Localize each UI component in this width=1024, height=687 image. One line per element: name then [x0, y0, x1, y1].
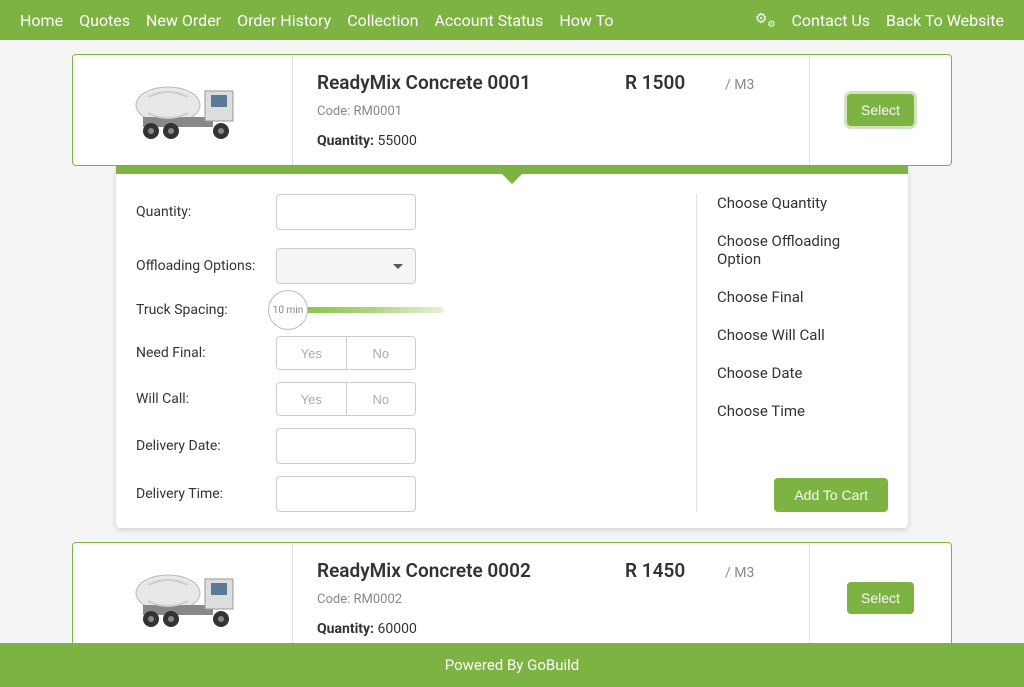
add-to-cart-button[interactable]: Add To Cart [774, 478, 888, 512]
nav-account-status[interactable]: Account Status [434, 11, 543, 30]
nav-new-order[interactable]: New Order [146, 11, 221, 30]
product-unit: / M3 [725, 565, 785, 581]
nav-home[interactable]: Home [20, 11, 63, 30]
nav-left: Home Quotes New Order Order History Coll… [20, 11, 614, 30]
nav-how-to[interactable]: How To [559, 11, 613, 30]
select-button[interactable]: Select [847, 94, 914, 126]
product-image [73, 543, 293, 653]
quantity-input[interactable] [276, 194, 416, 230]
truck-icon [123, 563, 243, 633]
will-call-no[interactable]: No [347, 383, 416, 415]
will-call-toggle: Yes No [276, 382, 416, 416]
offloading-label: Offloading Options: [136, 258, 276, 274]
truck-spacing-slider[interactable]: 10 min [276, 307, 456, 313]
slider-track [304, 307, 444, 313]
slider-thumb[interactable]: 10 min [268, 290, 308, 330]
config-form: Quantity: Offloading Options: Truck Spac… [136, 194, 696, 512]
nav-order-history[interactable]: Order History [237, 11, 331, 30]
step-time: Choose Time [717, 402, 888, 420]
settings-icon[interactable]: ⚙⚙ [755, 11, 776, 30]
footer-text: Powered By GoBuild [445, 656, 580, 674]
delivery-date-input[interactable] [276, 428, 416, 464]
product-info: ReadyMix Concrete 0002 R 1450 / M3 Code:… [293, 543, 809, 653]
step-offloading: Choose Offloading Option [717, 232, 888, 268]
caret-down-icon [393, 264, 403, 269]
panel-top-bar [116, 166, 908, 174]
nav-quotes[interactable]: Quotes [79, 11, 130, 30]
delivery-time-label: Delivery Time: [136, 486, 276, 502]
product-quantity: Quantity: 60000 [317, 621, 785, 637]
product-image [73, 55, 293, 165]
product-info: ReadyMix Concrete 0001 R 1500 / M3 Code:… [293, 55, 809, 165]
step-quantity: Choose Quantity [717, 194, 888, 212]
delivery-time-input[interactable] [276, 476, 416, 512]
need-final-no[interactable]: No [347, 337, 416, 369]
product-config-panel: Quantity: Offloading Options: Truck Spac… [116, 166, 908, 528]
truck-icon [123, 75, 243, 145]
will-call-yes[interactable]: Yes [277, 383, 347, 415]
product-price: R 1450 [625, 559, 725, 582]
product-price: R 1500 [625, 71, 725, 94]
quantity-label: Quantity: [136, 204, 276, 220]
need-final-yes[interactable]: Yes [277, 337, 347, 369]
product-card: ReadyMix Concrete 0002 R 1450 / M3 Code:… [72, 542, 952, 654]
nav-contact-us[interactable]: Contact Us [792, 11, 871, 30]
product-unit: / M3 [725, 77, 785, 93]
delivery-date-label: Delivery Date: [136, 438, 276, 454]
need-final-label: Need Final: [136, 345, 276, 361]
step-will-call: Choose Will Call [717, 326, 888, 344]
product-card: ReadyMix Concrete 0001 R 1500 / M3 Code:… [72, 54, 952, 166]
need-final-toggle: Yes No [276, 336, 416, 370]
navbar: Home Quotes New Order Order History Coll… [0, 0, 1024, 40]
product-select-cell: Select [809, 543, 951, 653]
product-code: Code: RM0002 [317, 592, 785, 607]
panel-arrow-icon [502, 174, 522, 184]
offloading-select[interactable] [276, 248, 416, 284]
nav-back-to-website[interactable]: Back To Website [886, 11, 1004, 30]
nav-collection[interactable]: Collection [347, 11, 418, 30]
product-select-cell: Select [809, 55, 951, 165]
footer: Powered By GoBuild [0, 643, 1024, 687]
product-quantity: Quantity: 55000 [317, 133, 785, 149]
product-title: ReadyMix Concrete 0002 [317, 559, 625, 582]
content-area: ReadyMix Concrete 0001 R 1500 / M3 Code:… [0, 40, 1024, 654]
truck-spacing-label: Truck Spacing: [136, 302, 276, 318]
step-final: Choose Final [717, 288, 888, 306]
step-date: Choose Date [717, 364, 888, 382]
select-button[interactable]: Select [847, 582, 914, 614]
steps-list: Choose Quantity Choose Offloading Option… [696, 194, 888, 512]
product-code: Code: RM0001 [317, 104, 785, 119]
product-title: ReadyMix Concrete 0001 [317, 71, 625, 94]
nav-right: ⚙⚙ Contact Us Back To Website [755, 11, 1004, 30]
will-call-label: Will Call: [136, 391, 276, 407]
